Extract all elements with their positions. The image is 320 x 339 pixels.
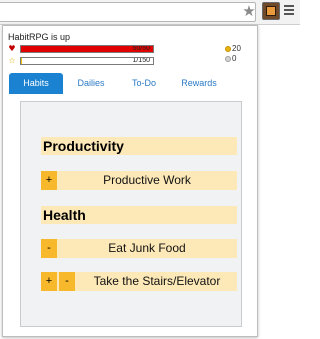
experience-star-icon: ☆: [8, 56, 16, 65]
xp-bar-fill: [21, 58, 22, 64]
minus-button[interactable]: -: [59, 272, 75, 291]
extension-icon-graphic: [266, 6, 276, 16]
heart-icon: ♥: [8, 44, 16, 53]
plus-button[interactable]: +: [41, 171, 57, 190]
hp-bar: 50/50: [20, 45, 154, 53]
browser-toolbar: ★: [0, 0, 300, 25]
status-text: HabitRPG is up: [8, 32, 71, 42]
task-name[interactable]: Eat Junk Food: [57, 239, 237, 258]
plus-button[interactable]: +: [41, 272, 57, 291]
menu-icon-line: [284, 9, 294, 11]
gold-coin-icon: [225, 45, 231, 52]
task-name[interactable]: Productive Work: [57, 171, 237, 190]
silver-display: 0: [225, 54, 236, 63]
menu-icon-line: [284, 13, 294, 15]
habitrpg-extension-icon[interactable]: [262, 2, 280, 20]
task-eat-junk-food: - Eat Junk Food: [41, 239, 237, 258]
section-title-health: Health: [41, 206, 237, 224]
task-productive-work: + Productive Work: [41, 171, 237, 190]
hp-bar-label: 50/50: [132, 45, 150, 52]
habits-panel: Productivity + Productive Work Health - …: [20, 101, 242, 327]
gold-amount: 20: [232, 44, 241, 53]
gold-display: 20: [225, 44, 241, 53]
silver-amount: 0: [232, 54, 237, 63]
menu-icon[interactable]: [284, 5, 294, 17]
bookmark-star-icon[interactable]: ★: [241, 3, 257, 19]
tab-habits[interactable]: Habits: [9, 73, 63, 94]
tab-bar: Habits Dailies To-Do Rewards: [9, 73, 253, 94]
tab-todo[interactable]: To-Do: [119, 73, 169, 94]
xp-bar: 1/150: [20, 57, 154, 65]
xp-bar-label: 1/150: [132, 57, 150, 64]
address-bar[interactable]: [0, 2, 256, 22]
menu-icon-line: [284, 5, 294, 7]
silver-coin-icon: [225, 55, 231, 62]
tab-dailies[interactable]: Dailies: [65, 73, 117, 94]
extension-popup: HabitRPG is up ♥ 50/50 ☆ 1/150 20 0 Habi…: [2, 25, 258, 337]
task-name[interactable]: Take the Stairs/Elevator: [77, 272, 237, 291]
minus-button[interactable]: -: [41, 239, 57, 258]
task-take-the-stairs: + - Take the Stairs/Elevator: [41, 272, 237, 291]
section-title-productivity: Productivity: [41, 137, 237, 155]
tab-rewards[interactable]: Rewards: [171, 73, 227, 94]
